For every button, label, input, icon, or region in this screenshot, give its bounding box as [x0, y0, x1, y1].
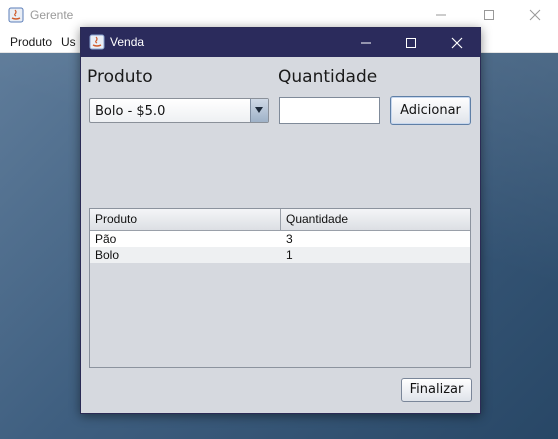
background-close-button[interactable] — [512, 0, 558, 30]
dialog-close-button[interactable] — [434, 28, 480, 57]
combo-arrow-icon — [255, 107, 263, 113]
close-icon — [529, 9, 541, 21]
itens-table: Produto Quantidade Pão 3 Bolo 1 — [89, 208, 471, 368]
background-window-titlebar: Gerente — [0, 0, 558, 30]
background-window-title: Gerente — [30, 8, 74, 22]
finalizar-button[interactable]: Finalizar — [401, 378, 472, 402]
dialog-maximize-button[interactable] — [388, 28, 434, 57]
column-header-produto[interactable]: Produto — [90, 209, 281, 231]
table-row[interactable]: Bolo 1 — [90, 247, 470, 263]
close-icon — [451, 37, 463, 49]
table-cell-produto: Pão — [95, 232, 117, 246]
quantidade-input[interactable] — [279, 97, 380, 124]
produto-label: Produto — [87, 67, 153, 87]
maximize-icon — [484, 10, 494, 20]
minimize-icon — [436, 14, 446, 16]
table-row[interactable]: Pão 3 — [90, 231, 470, 247]
dialog-title: Venda — [110, 35, 145, 49]
combo-arrow-button[interactable] — [250, 99, 268, 122]
maximize-icon — [406, 38, 416, 48]
table-cell-quantidade: 1 — [286, 248, 293, 262]
menu-produto[interactable]: Produto — [10, 35, 52, 49]
minimize-icon — [361, 42, 371, 44]
produto-combobox[interactable]: Bolo - $5.0 — [89, 98, 269, 123]
java-app-icon — [8, 7, 24, 23]
background-maximize-button[interactable] — [466, 0, 512, 30]
dialog-titlebar[interactable]: Venda — [81, 28, 480, 57]
dialog-minimize-button[interactable] — [343, 28, 389, 57]
menu-usuario[interactable]: Us — [61, 35, 76, 49]
produto-combobox-value: Bolo - $5.0 — [95, 104, 166, 119]
column-header-quantidade[interactable]: Quantidade — [281, 209, 470, 231]
background-minimize-button[interactable] — [418, 0, 464, 30]
adicionar-button[interactable]: Adicionar — [390, 96, 471, 125]
quantidade-label: Quantidade — [278, 67, 378, 87]
java-app-icon — [89, 34, 105, 50]
venda-dialog: Venda Produto Quantidade Bolo - $5.0 Adi… — [80, 27, 481, 414]
table-cell-produto: Bolo — [95, 248, 120, 262]
table-cell-quantidade: 3 — [286, 232, 293, 246]
